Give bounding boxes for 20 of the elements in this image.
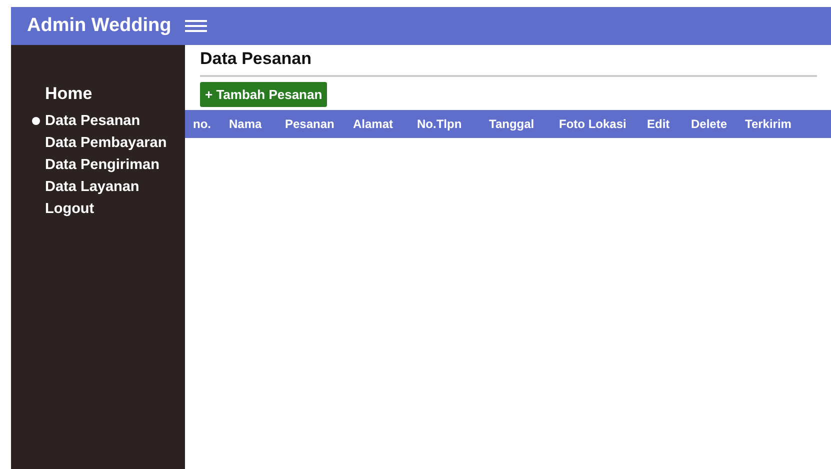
column-header: Delete bbox=[691, 117, 728, 131]
sidebar-item[interactable]: Data Pengiriman bbox=[11, 154, 185, 176]
sidebar-item[interactable]: Data Pembayaran bbox=[11, 132, 185, 154]
column-header: Terkirim bbox=[745, 117, 792, 131]
add-order-button[interactable]: + Tambah Pesanan bbox=[200, 82, 328, 107]
menu-icon[interactable] bbox=[185, 20, 208, 32]
column-header: No.Tlpn bbox=[417, 117, 462, 131]
sidebar-item[interactable]: Logout bbox=[11, 198, 185, 220]
app-title: Admin Wedding bbox=[27, 15, 172, 37]
column-header: Alamat bbox=[353, 117, 394, 131]
page-title: Data Pesanan bbox=[199, 48, 312, 70]
column-header: Nama bbox=[229, 117, 262, 131]
sidebar-item[interactable]: Home bbox=[11, 81, 185, 107]
column-header: no. bbox=[193, 117, 211, 131]
column-header: Tanggal bbox=[489, 117, 534, 131]
column-header: Edit bbox=[647, 117, 670, 131]
sidebar-item[interactable]: Data Layanan bbox=[11, 176, 185, 198]
column-header: Pesanan bbox=[285, 117, 334, 131]
column-header: Foto Lokasi bbox=[559, 117, 626, 131]
sidebar-item[interactable]: Data Pesanan bbox=[11, 110, 185, 132]
